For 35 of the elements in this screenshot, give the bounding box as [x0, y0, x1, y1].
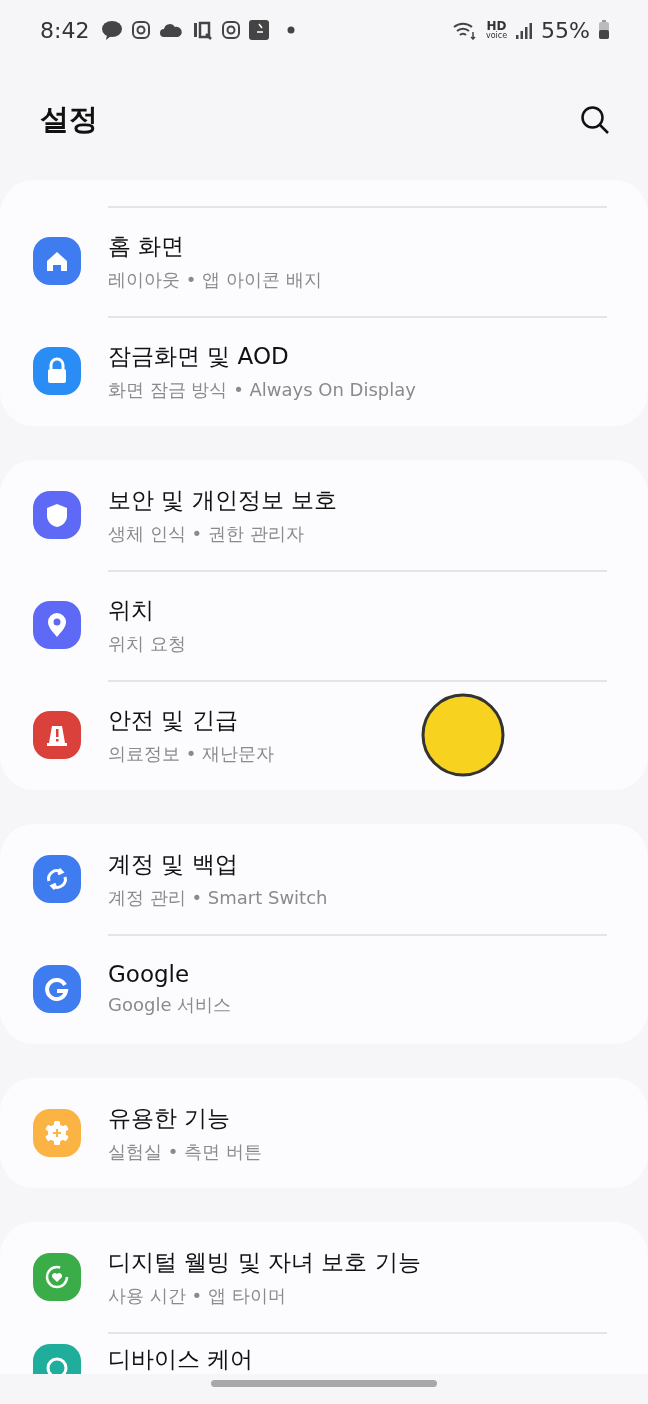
battery-percentage: 55%: [541, 17, 590, 43]
app-logo-icon: [191, 20, 214, 40]
setting-title[interactable]: Google: [108, 961, 232, 987]
pay-app-icon: [249, 20, 270, 40]
chat-bubble-icon: [101, 20, 124, 40]
setting-subtitle: 계정 관리 • Smart Switch: [108, 885, 328, 910]
page-title: 설정: [40, 101, 98, 138]
setting-title[interactable]: 안전 및 긴급: [108, 704, 275, 736]
home-handle[interactable]: [211, 1380, 437, 1387]
setting-subtitle: 화면 잠금 방식 • Always On Display: [108, 377, 416, 402]
hd-voice-icon: HD voice: [485, 20, 508, 40]
cloud-icon: [159, 22, 184, 38]
setting-title[interactable]: 유용한 기능: [108, 1102, 262, 1134]
battery-icon: [598, 20, 610, 40]
setting-subtitle: 레이아웃 • 앱 아이콘 배지: [108, 267, 322, 292]
setting-subtitle: Google 서비스: [108, 993, 232, 1017]
wifi-icon: [451, 20, 478, 40]
notification-dot-icon: [287, 26, 296, 34]
setting-title[interactable]: 계정 및 백업: [108, 848, 328, 880]
setting-subtitle: 사용 시간 • 앱 타이머: [108, 1283, 287, 1308]
setting-subtitle: 위치 요청: [108, 631, 186, 656]
camera-icon: [221, 20, 242, 40]
search-icon[interactable]: [580, 105, 610, 135]
setting-title[interactable]: 홈 화면: [108, 230, 322, 262]
setting-subtitle: 의료정보 • 재난문자: [108, 741, 275, 766]
setting-title[interactable]: 보안 및 개인정보 보호: [108, 484, 337, 516]
setting-title[interactable]: 위치: [108, 594, 186, 626]
camera-icon: [131, 20, 152, 40]
setting-subtitle: 생체 인식 • 권한 관리자: [108, 521, 305, 546]
setting-title[interactable]: 디바이스 케어: [108, 1344, 254, 1374]
setting-subtitle: 실험실 • 측면 버튼: [108, 1139, 262, 1164]
setting-title[interactable]: 잠금화면 및 AOD: [108, 340, 416, 372]
signal-icon: [515, 21, 534, 39]
clock-time: 8:42: [40, 17, 90, 43]
setting-title[interactable]: 디지털 웰빙 및 자녀 보호 기능: [108, 1246, 421, 1278]
